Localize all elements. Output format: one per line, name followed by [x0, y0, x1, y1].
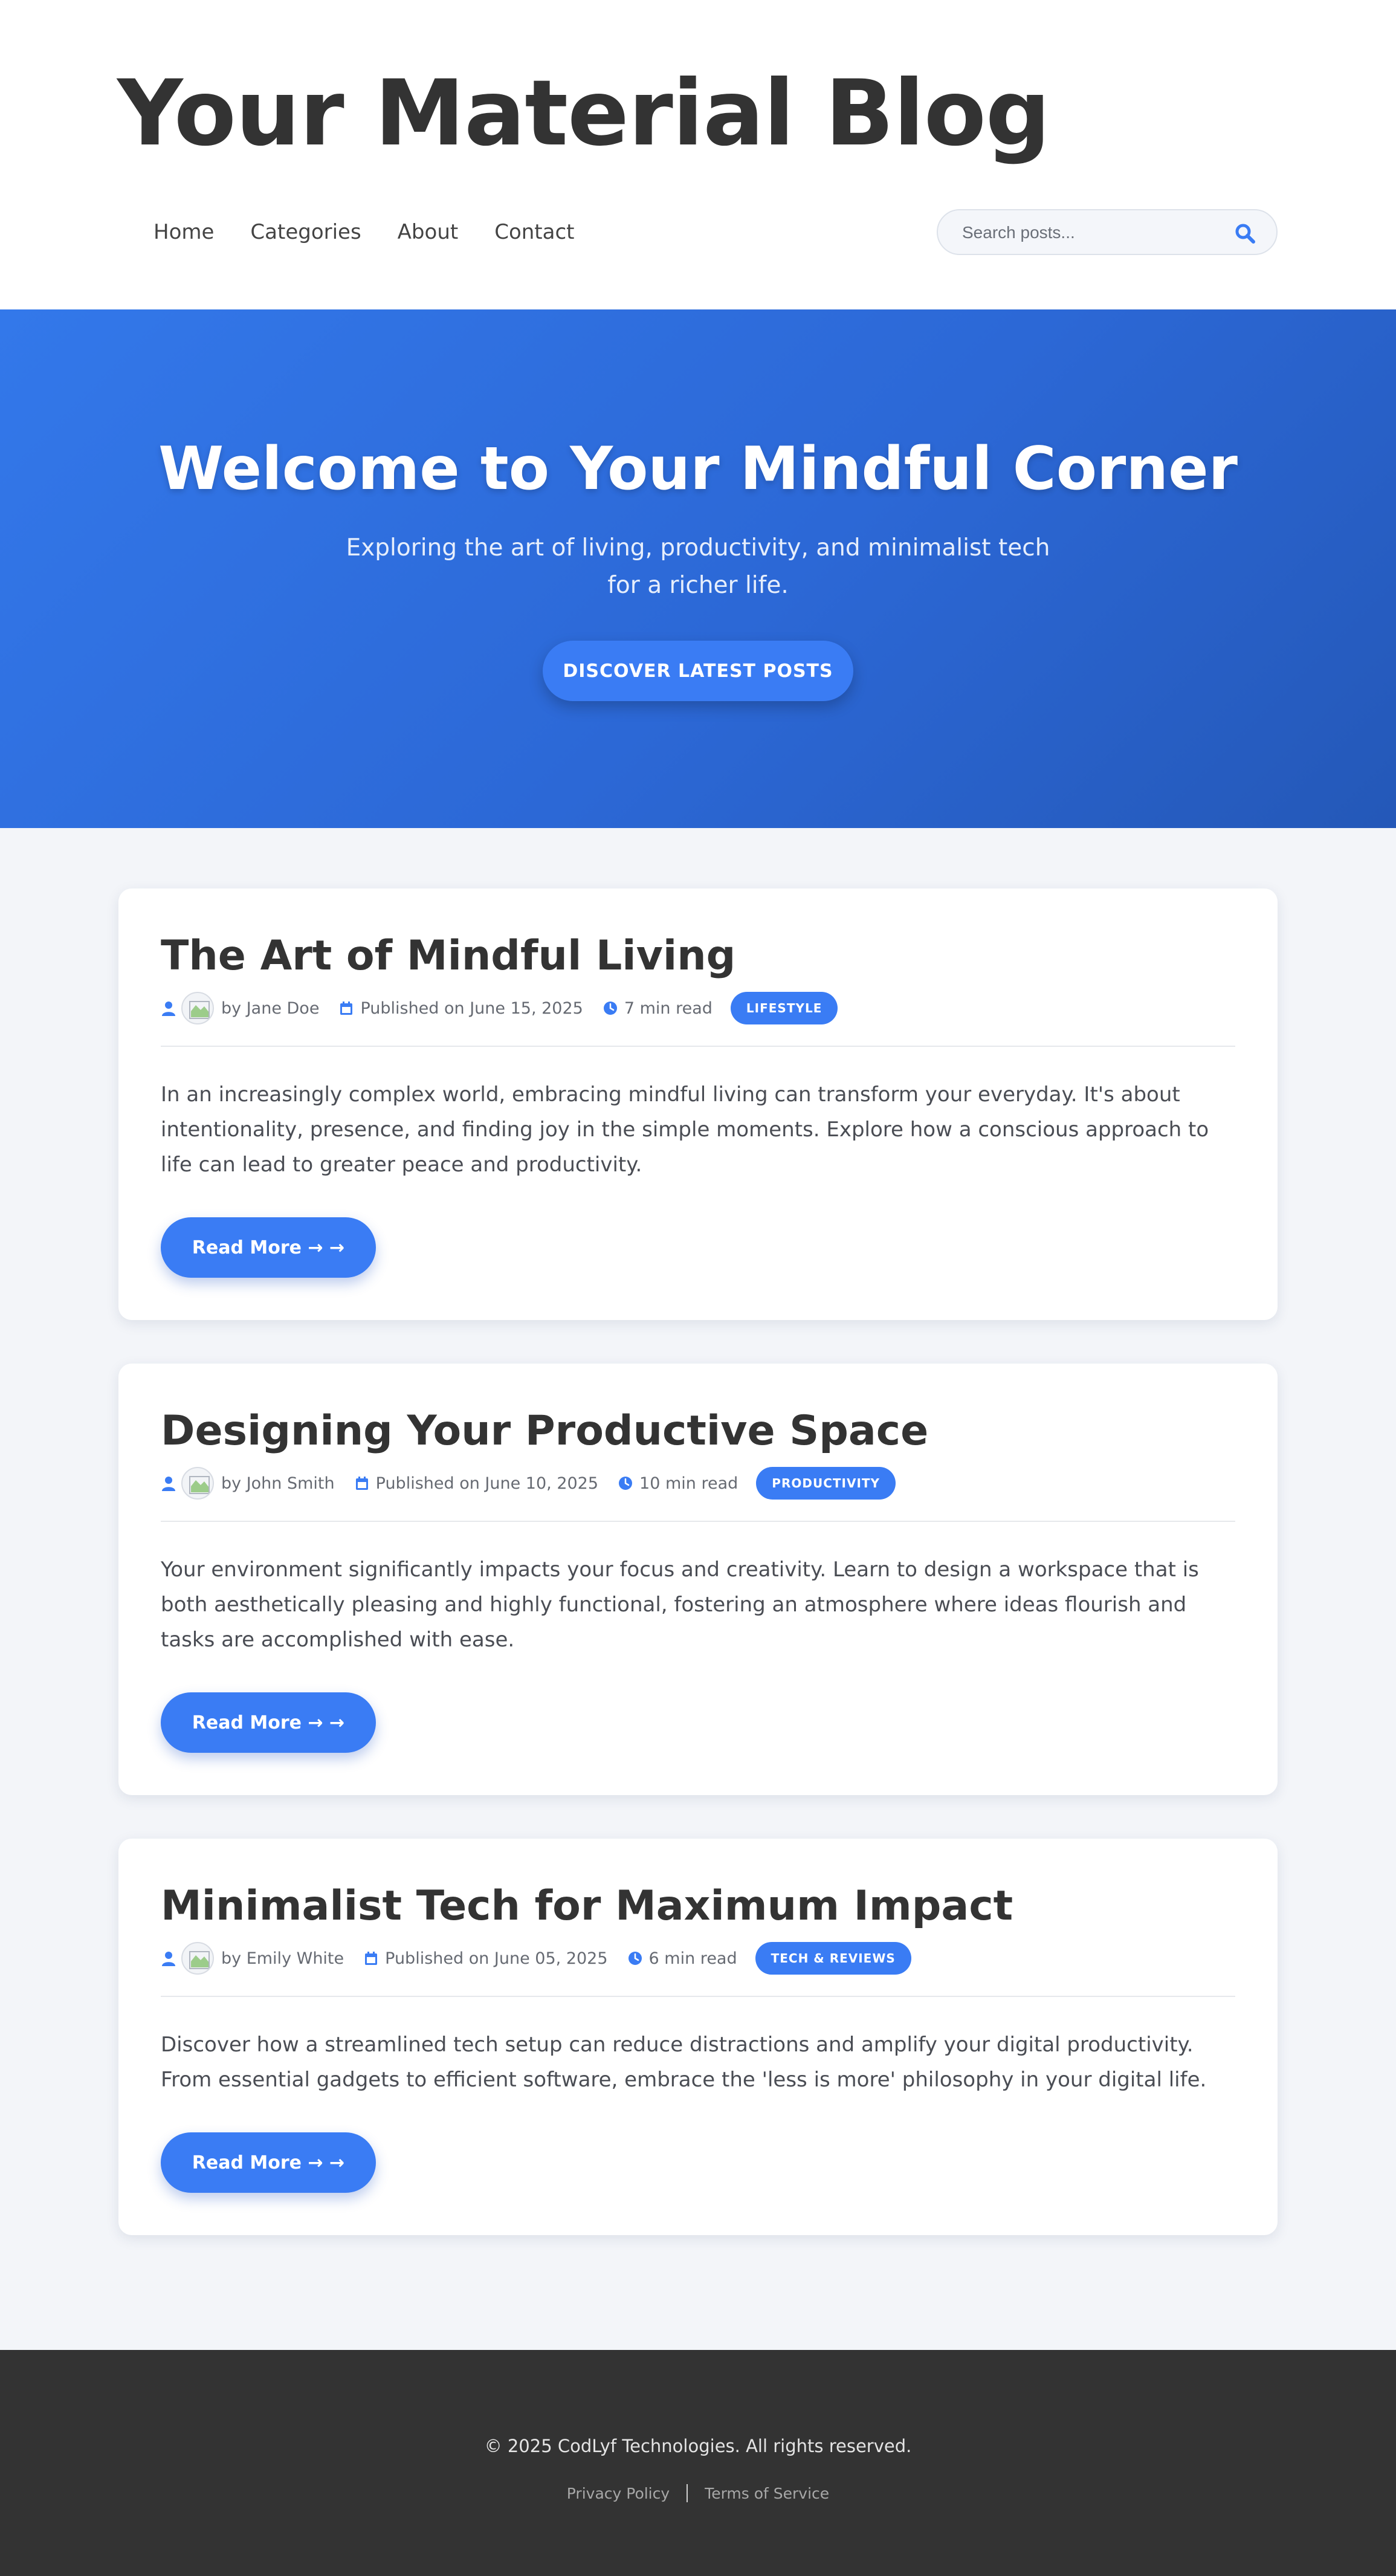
- footer-links: Privacy Policy Terms of Service: [0, 2484, 1396, 2502]
- read-more-button[interactable]: Read More → →: [161, 1692, 376, 1753]
- search-input[interactable]: [962, 220, 1216, 245]
- post-title[interactable]: Minimalist Tech for Maximum Impact: [161, 1881, 1236, 1932]
- hero-banner: Welcome to Your Mindful Corner Exploring…: [0, 309, 1396, 828]
- post-date: Published on June 10, 2025: [375, 1474, 599, 1493]
- post-date: Published on June 05, 2025: [385, 1949, 608, 1968]
- privacy-policy-link[interactable]: Privacy Policy: [567, 2485, 670, 2502]
- post-meta: by John Smith Published on June 10, 2025…: [161, 1466, 896, 1500]
- post-read-time: 7 min read: [624, 998, 713, 1018]
- calendar-icon: [365, 1952, 378, 1965]
- nav-contact[interactable]: Contact: [494, 216, 574, 248]
- post-title[interactable]: The Art of Mindful Living: [161, 931, 1236, 982]
- post-author[interactable]: by John Smith: [221, 1474, 335, 1493]
- broken-image-icon: [189, 1001, 210, 1019]
- post-excerpt: Discover how a streamlined tech setup ca…: [161, 2033, 1207, 2092]
- site-title: Your Material Blog: [117, 61, 1050, 166]
- search-box: [937, 209, 1278, 255]
- site-header: Your Material Blog Home Categories About…: [0, 0, 1396, 309]
- divider: [161, 1046, 1235, 1047]
- post-meta: by Emily White Published on June 05, 202…: [161, 1941, 911, 1975]
- post-author[interactable]: by Jane Doe: [221, 999, 319, 1018]
- user-icon: [162, 1477, 175, 1491]
- user-icon: [162, 1002, 175, 1016]
- nav-categories[interactable]: Categories: [250, 216, 361, 248]
- post-read-time: 10 min read: [639, 1474, 738, 1493]
- divider: [161, 1521, 1235, 1522]
- hero-subtitle: Exploring the art of living, productivit…: [346, 534, 1050, 599]
- post-card: The Art of Mindful Living by Jane Doe Pu…: [118, 888, 1278, 1320]
- main-nav: Home Categories About Contact: [153, 216, 574, 248]
- footer-link-separator: [687, 2484, 688, 2502]
- read-more-button[interactable]: Read More → →: [161, 1217, 376, 1278]
- author-avatar: [181, 1942, 214, 1975]
- copyright-text: © 2025 CodLyf Technologies. All rights r…: [484, 2436, 912, 2456]
- nav-about[interactable]: About: [398, 216, 459, 248]
- post-card: Designing Your Productive Space by John …: [118, 1364, 1278, 1795]
- post-category-tag[interactable]: LIFESTYLE: [730, 992, 838, 1024]
- calendar-icon: [340, 1002, 353, 1015]
- site-footer: © 2025 CodLyf Technologies. All rights r…: [0, 2350, 1396, 2576]
- read-more-button[interactable]: Read More → →: [161, 2132, 376, 2193]
- terms-of-service-link[interactable]: Terms of Service: [705, 2485, 829, 2502]
- post-title[interactable]: Designing Your Productive Space: [161, 1406, 1236, 1457]
- clock-icon: [603, 1002, 617, 1015]
- search-icon[interactable]: [1234, 222, 1256, 244]
- post-excerpt: Your environment significantly impacts y…: [161, 1558, 1199, 1652]
- broken-image-icon: [189, 1476, 210, 1494]
- calendar-icon: [355, 1477, 368, 1490]
- author-avatar: [181, 1467, 214, 1500]
- clock-icon: [628, 1952, 642, 1965]
- hero-title: Welcome to Your Mindful Corner: [158, 435, 1238, 503]
- post-category-tag[interactable]: TECH & REVIEWS: [755, 1942, 911, 1975]
- user-icon: [162, 1952, 175, 1966]
- clock-icon: [619, 1477, 633, 1490]
- post-author[interactable]: by Emily White: [221, 1949, 344, 1968]
- author-avatar: [181, 992, 214, 1024]
- nav-home[interactable]: Home: [153, 216, 214, 248]
- post-category-tag[interactable]: PRODUCTIVITY: [756, 1467, 896, 1500]
- post-excerpt: In an increasingly complex world, embrac…: [161, 1083, 1209, 1177]
- divider: [161, 1996, 1235, 1997]
- post-meta: by Jane Doe Published on June 15, 2025 7…: [161, 991, 838, 1025]
- discover-posts-button[interactable]: DISCOVER LATEST POSTS: [543, 641, 853, 701]
- post-date: Published on June 15, 2025: [360, 998, 583, 1018]
- post-card: Minimalist Tech for Maximum Impact by Em…: [118, 1839, 1278, 2235]
- broken-image-icon: [189, 1951, 210, 1969]
- post-read-time: 6 min read: [648, 1949, 737, 1968]
